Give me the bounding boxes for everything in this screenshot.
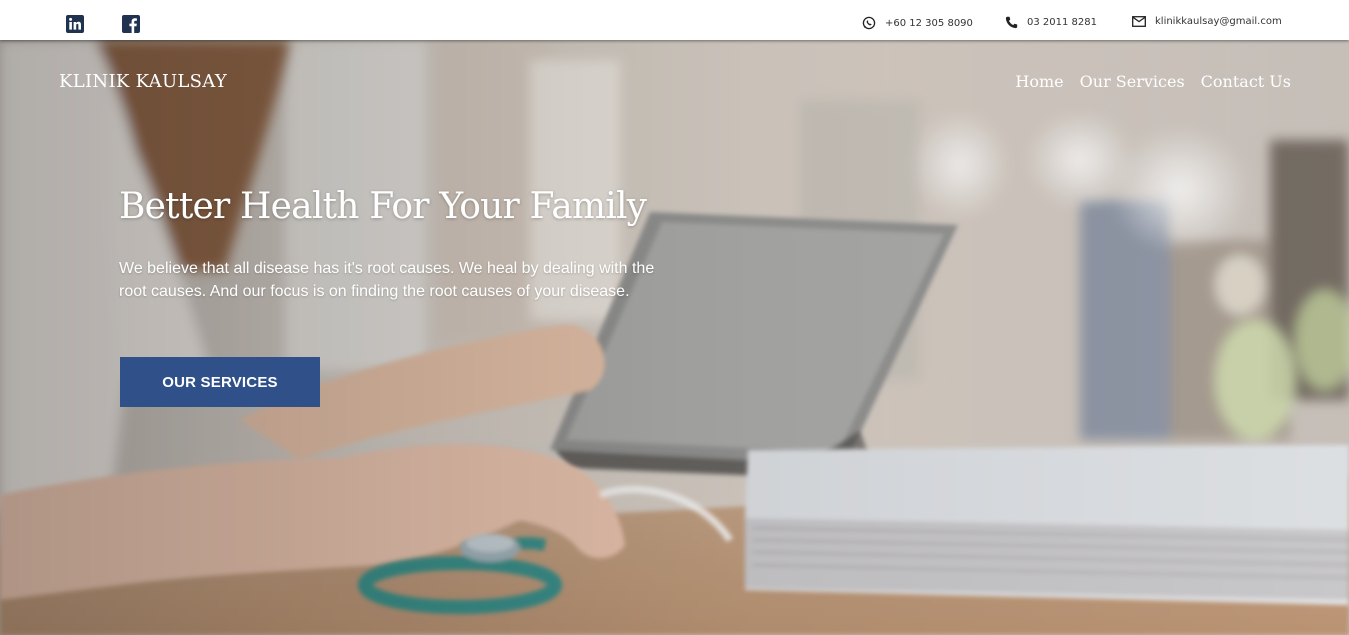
phone-contact[interactable]: 03 2011 8281 (1005, 16, 1097, 29)
whatsapp-contact[interactable]: +60 12 305 8090 (862, 16, 973, 30)
mail-icon (1132, 16, 1146, 27)
nav-item-home[interactable]: Home (1015, 72, 1063, 91)
phone-number: 03 2011 8281 (1027, 17, 1097, 28)
site-logo[interactable]: KLINIK KAULSAY (59, 71, 227, 92)
hero-background-image (0, 40, 1349, 635)
hero-description: We believe that all disease has it's roo… (119, 260, 655, 300)
linkedin-icon[interactable] (66, 15, 84, 33)
top-bar: +60 12 305 8090 03 2011 8281 klinikkauls… (0, 0, 1349, 40)
our-services-button[interactable]: OUR SERVICES (120, 357, 320, 407)
phone-icon (1005, 16, 1018, 29)
facebook-icon[interactable] (122, 15, 140, 33)
email-address: klinikkaulsay@gmail.com (1155, 16, 1282, 27)
whatsapp-number: +60 12 305 8090 (885, 17, 973, 29)
hero-section: KLINIK KAULSAY Home Our Services Contact… (0, 40, 1349, 635)
main-nav: Home Our Services Contact Us (1015, 72, 1291, 91)
nav-item-our-services[interactable]: Our Services (1080, 72, 1185, 91)
hero-title: Better Health For Your Family (119, 186, 647, 227)
whatsapp-icon (862, 16, 876, 30)
nav-item-contact-us[interactable]: Contact Us (1201, 72, 1291, 91)
email-contact[interactable]: klinikkaulsay@gmail.com (1132, 16, 1282, 27)
